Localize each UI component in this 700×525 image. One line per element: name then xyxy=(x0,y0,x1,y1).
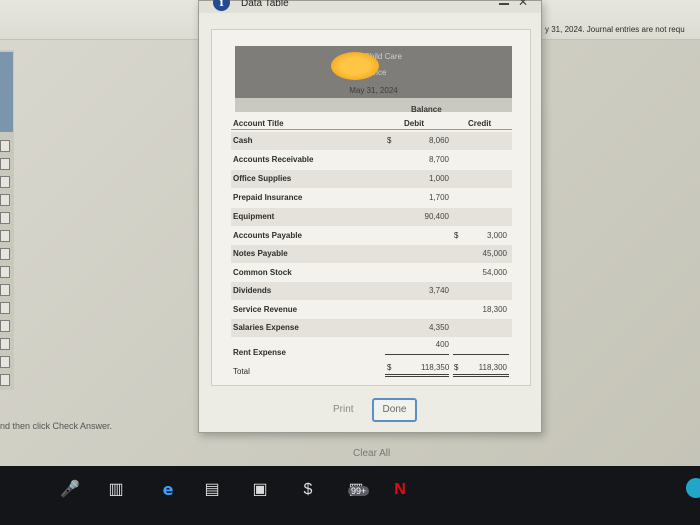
credit-amount: 45,000 xyxy=(482,249,507,258)
account-title: Dividends xyxy=(233,286,272,295)
credit-amount: 18,300 xyxy=(482,305,507,314)
row-checkbox[interactable] xyxy=(0,176,10,188)
debit-amount: 1,000 xyxy=(428,174,449,183)
credit-currency: $ xyxy=(454,363,459,372)
account-title: Total xyxy=(233,367,250,376)
table-row: Salaries Expense 4,350 xyxy=(231,319,512,337)
debit-amount: 3,740 xyxy=(428,286,449,295)
debit-total-rule xyxy=(385,374,449,377)
table-row: Notes Payable 45,000 xyxy=(231,245,512,263)
credit-amount: 54,000 xyxy=(482,268,507,277)
netflix-icon[interactable]: N xyxy=(388,478,412,502)
account-title: Equipment xyxy=(233,212,275,221)
row-band xyxy=(231,282,512,300)
account-title: Prepaid Insurance xyxy=(233,193,303,202)
row-checkbox[interactable] xyxy=(0,302,10,314)
table-row: Rent Expense 400 xyxy=(233,336,512,357)
background-blue-bar xyxy=(0,52,13,132)
done-button[interactable]: Done xyxy=(372,398,417,422)
background-bottom-text: nd then click Check Answer. xyxy=(0,421,113,431)
table-row: Accounts Payable $ 3,000 xyxy=(233,227,512,245)
row-checkbox[interactable] xyxy=(0,230,10,242)
debit-amount: 1,700 xyxy=(428,193,449,202)
file-explorer-icon[interactable]: ▤ xyxy=(200,478,224,502)
credit-amount: 3,000 xyxy=(486,231,507,240)
clear-all-button[interactable]: Clear All xyxy=(353,448,390,459)
account-title: Accounts Receivable xyxy=(233,155,314,164)
background-instructions: y 31, 2024. Journal entries are not requ xyxy=(545,25,685,34)
table-row: Cash $ 8,060 xyxy=(231,132,512,150)
debit-currency: $ xyxy=(387,136,392,145)
row-checkbox[interactable] xyxy=(0,212,10,224)
debit-amount: 8,700 xyxy=(428,155,449,164)
account-title: Common Stock xyxy=(233,268,292,277)
column-header-credit: Credit xyxy=(468,119,492,128)
column-header-account-title: Account Title xyxy=(233,119,284,128)
credit-total-rule xyxy=(453,374,509,377)
credit-subtotal-rule xyxy=(453,354,509,355)
account-title: Rent Expense xyxy=(233,348,286,357)
account-title: Notes Payable xyxy=(233,249,288,258)
account-title: Accounts Payable xyxy=(233,231,302,240)
table-row: Dividends 3,740 xyxy=(231,282,512,300)
table-row: Common Stock 54,000 xyxy=(233,264,512,282)
data-table-dialog: i Data Table ✕ Ch... Child Care ...lance… xyxy=(198,0,542,433)
row-checkbox[interactable] xyxy=(0,374,10,386)
header-rule xyxy=(231,129,512,130)
table-row: Equipment 90,400 xyxy=(231,208,512,226)
account-title: Service Revenue xyxy=(233,305,298,314)
row-checkbox[interactable] xyxy=(0,158,10,170)
row-checkbox[interactable] xyxy=(0,248,10,260)
statement-date: May 31, 2024 xyxy=(349,86,398,95)
trial-balance-table: Ch... Child Care ...lance May 31, 2024 B… xyxy=(231,46,512,382)
notification-badge: 99+ xyxy=(348,486,370,496)
credit-currency: $ xyxy=(454,231,459,240)
redaction-blob xyxy=(331,52,379,80)
print-button[interactable]: Print xyxy=(333,404,354,415)
debit-amount: 4,350 xyxy=(428,323,449,332)
debit-subtotal-rule xyxy=(385,354,449,355)
table-row: Accounts Receivable 8,700 xyxy=(233,151,512,169)
row-checkbox[interactable] xyxy=(0,140,10,152)
column-header-debit: Debit xyxy=(404,119,424,128)
microphone-icon[interactable]: 🎤 xyxy=(58,478,82,502)
dollar-app-icon[interactable]: $ xyxy=(296,478,320,502)
account-title: Cash xyxy=(233,136,253,145)
row-checkbox[interactable] xyxy=(0,338,10,350)
account-title: Salaries Expense xyxy=(233,323,299,332)
table-row: Prepaid Insurance 1,700 xyxy=(233,189,512,207)
statement-subheader xyxy=(235,98,512,112)
row-checkbox[interactable] xyxy=(0,356,10,368)
system-tray-icon[interactable] xyxy=(686,478,700,498)
minimize-icon[interactable] xyxy=(499,3,509,5)
debit-currency: $ xyxy=(387,363,392,372)
row-checkbox[interactable] xyxy=(0,284,10,296)
row-checkbox[interactable] xyxy=(0,266,10,278)
debit-amount: 118,350 xyxy=(421,363,450,372)
debit-amount: 8,060 xyxy=(428,136,449,145)
account-title: Office Supplies xyxy=(233,174,292,183)
row-band xyxy=(231,132,512,150)
task-view-icon[interactable]: ▥ xyxy=(104,478,128,502)
row-checkbox[interactable] xyxy=(0,320,10,332)
balance-label: Balance xyxy=(411,105,442,114)
store-icon[interactable]: ▣ xyxy=(248,478,272,502)
close-icon[interactable]: ✕ xyxy=(518,0,528,9)
row-checkbox[interactable] xyxy=(0,194,10,206)
table-row: Office Supplies 1,000 xyxy=(231,170,512,188)
edge-browser-icon[interactable]: e xyxy=(156,478,180,502)
credit-amount: 118,300 xyxy=(478,363,507,372)
table-row: Service Revenue 18,300 xyxy=(233,301,512,319)
dialog-title: Data Table xyxy=(241,0,289,9)
debit-amount: 400 xyxy=(435,340,449,349)
debit-amount: 90,400 xyxy=(424,212,449,221)
